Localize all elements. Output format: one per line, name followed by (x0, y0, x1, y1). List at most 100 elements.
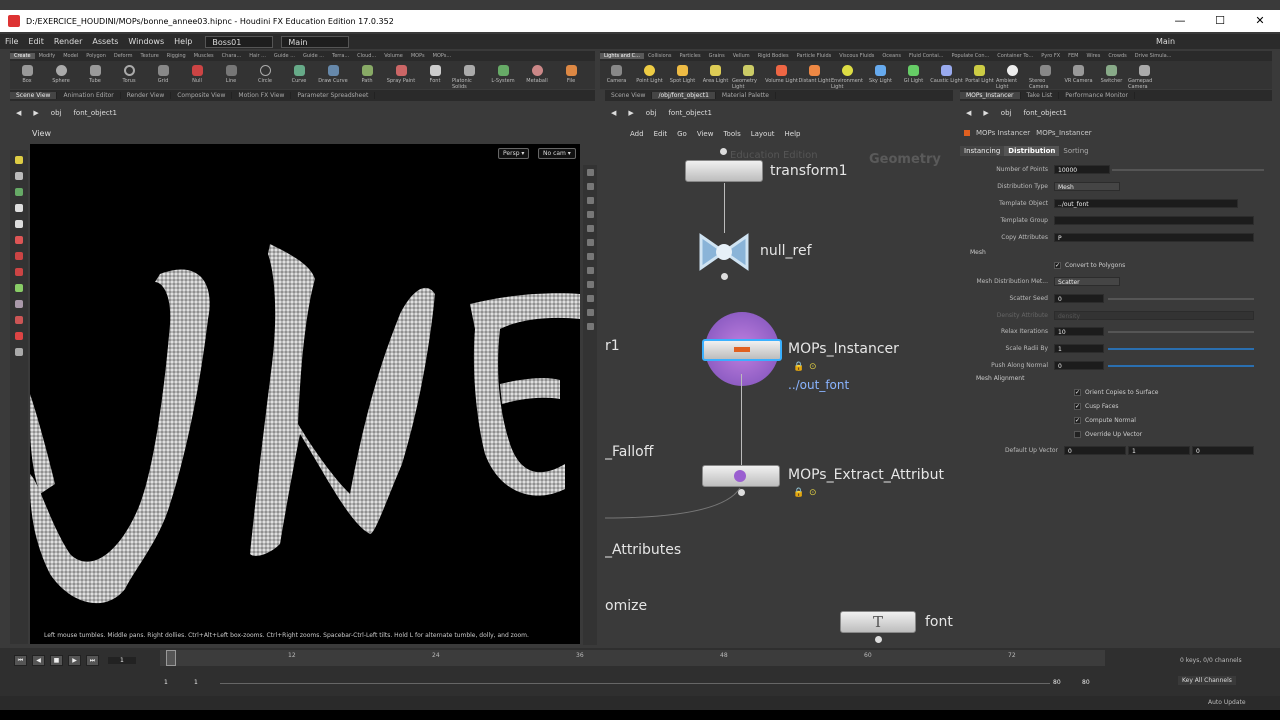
minimize-button[interactable]: — (1160, 10, 1200, 32)
maximize-button[interactable]: ☐ (1200, 10, 1240, 32)
ptab-sorting[interactable]: Sorting (1059, 146, 1092, 156)
display-option-icon[interactable] (586, 295, 594, 302)
tool-caustic-light[interactable]: Caustic Light (930, 61, 963, 84)
tab-composite-view[interactable]: Composite View (171, 92, 233, 99)
shelf-tab[interactable]: Polygon (82, 53, 110, 59)
shelf-tab[interactable]: Drive Simula... (1131, 53, 1176, 59)
tool-gi-light[interactable]: GI Light (897, 61, 930, 84)
net-path-node[interactable]: font_object1 (662, 109, 717, 117)
net-path-obj[interactable]: obj (640, 109, 663, 117)
shelf-tab[interactable]: Terra... (328, 53, 353, 59)
tool-stereo-camera[interactable]: Stereo Camera (1029, 61, 1062, 89)
tab-render-view[interactable]: Render View (121, 92, 172, 99)
shelf-tab[interactable]: MOPs (407, 53, 429, 59)
tool-geometry-light[interactable]: Geometry Light (732, 61, 765, 89)
menu-render[interactable]: Render (49, 37, 87, 46)
shelf-tab[interactable]: Viscous Fluids (835, 53, 878, 59)
net-menu-layout[interactable]: Layout (746, 130, 780, 138)
shelf-tab[interactable]: Container To... (993, 53, 1037, 59)
ptab-instancing[interactable]: Instancing (960, 146, 1005, 156)
range-start-2[interactable]: 1 (194, 679, 198, 686)
tool-metaball[interactable]: Metaball (520, 61, 554, 84)
tool-distant-light[interactable]: Distant Light (798, 61, 831, 84)
shelf-tab-lights[interactable]: Lights and C... (600, 53, 644, 59)
select-tool-icon[interactable] (15, 156, 23, 164)
lock-flag-icon[interactable]: 🔒 (793, 362, 804, 372)
shelf-tab[interactable]: Model (59, 53, 82, 59)
tab-performance-monitor[interactable]: Performance Monitor (1059, 92, 1135, 99)
node-name-field[interactable]: MOPs_Instancer (1036, 129, 1091, 137)
display-option-icon[interactable] (586, 225, 594, 232)
shelf-tab[interactable]: Texture (136, 53, 162, 59)
close-button[interactable]: ✕ (1240, 10, 1280, 32)
display-option-icon[interactable] (586, 323, 594, 330)
range-end[interactable]: 80 (1053, 679, 1061, 686)
tool-sphere[interactable]: Sphere (44, 61, 78, 84)
shelf-tab[interactable]: Guide ... (270, 53, 299, 59)
menu-help[interactable]: Help (169, 37, 197, 46)
tool-null[interactable]: Null (180, 61, 214, 84)
push-normal-field[interactable]: 0 (1054, 361, 1104, 370)
magnet-tool-icon[interactable] (15, 316, 23, 324)
mesh-method-select[interactable]: Scatter (1054, 277, 1120, 286)
shelf-tab[interactable]: Vellum (729, 53, 754, 59)
play-button[interactable]: ▶ (68, 655, 81, 666)
tool-spray-paint[interactable]: Spray Paint (384, 61, 418, 84)
ptab-distribution[interactable]: Distribution (1004, 146, 1060, 156)
camera-menu[interactable]: No cam ▾ (538, 148, 576, 159)
bypass-flag-icon[interactable]: ⊙ (809, 362, 817, 372)
tab-parameters[interactable]: MOPs_Instancer (960, 92, 1021, 99)
shelf-tab[interactable]: Chara... (218, 53, 246, 59)
tool-tube[interactable]: Tube (78, 61, 112, 84)
push-normal-slider[interactable] (1108, 364, 1254, 367)
net-menu-view[interactable]: View (692, 130, 719, 138)
tool-path[interactable]: Path (350, 61, 384, 84)
scatter-seed-slider[interactable] (1108, 297, 1254, 300)
desktop-select[interactable]: Boss01 (205, 35, 274, 48)
jump-start-button[interactable]: ⏮ (14, 655, 27, 666)
shelf-tab[interactable]: Modify (35, 53, 60, 59)
num-points-field[interactable]: 10000 (1054, 165, 1110, 174)
path-back-arrow-icon[interactable]: ◀ (10, 109, 27, 117)
camera-tool-icon[interactable] (15, 348, 23, 356)
display-option-icon[interactable] (586, 239, 594, 246)
tool-torus[interactable]: Torus (112, 61, 146, 84)
display-option-icon[interactable] (586, 281, 594, 288)
timeline-cursor[interactable] (166, 650, 176, 666)
shelf-tab[interactable]: Oceans (878, 53, 905, 59)
path-obj[interactable]: obj (45, 109, 68, 117)
tab-network-editor[interactable]: /obj/font_object1 (652, 92, 716, 99)
lock-flag-icon[interactable]: 🔒 (793, 488, 804, 498)
node-transform1[interactable] (685, 160, 763, 182)
viewport-3d[interactable] (30, 144, 580, 644)
param-forward-arrow-icon[interactable]: ▶ (977, 109, 994, 117)
param-back-arrow-icon[interactable]: ◀ (960, 109, 977, 117)
shelf-tab[interactable]: MOPs... (429, 53, 456, 59)
shelf-tab[interactable]: Volume (380, 53, 407, 59)
tool-env-light[interactable]: Environment Light (831, 61, 864, 89)
display-option-icon[interactable] (586, 169, 594, 176)
stop-button[interactable]: ■ (50, 655, 63, 666)
tool-sky-light[interactable]: Sky Light (864, 61, 897, 84)
move-tool-icon[interactable] (15, 172, 23, 180)
override-up-checkbox[interactable] (1074, 431, 1081, 438)
menu-assets[interactable]: Assets (87, 37, 123, 46)
shelf-tab[interactable]: FEM (1064, 53, 1082, 59)
tool-line[interactable]: Line (214, 61, 248, 84)
relax-slider[interactable] (1108, 330, 1254, 333)
shelf-tab[interactable]: Pyro FX (1037, 53, 1064, 59)
tool-box[interactable]: Box (10, 61, 44, 84)
up-z-field[interactable]: 0 (1192, 446, 1254, 455)
tool-circle[interactable]: Circle (248, 61, 282, 84)
density-attr-field[interactable]: density (1054, 311, 1254, 320)
shelf-tab[interactable]: Muscles (190, 53, 218, 59)
path-forward-arrow-icon[interactable]: ▶ (27, 109, 44, 117)
tab-animation-editor[interactable]: Animation Editor (57, 92, 121, 99)
tab-material-palette[interactable]: Material Palette (716, 92, 776, 99)
tool-area-light[interactable]: Area Light (699, 61, 732, 84)
orient-copies-checkbox[interactable]: ✓ (1074, 389, 1081, 396)
net-menu-edit[interactable]: Edit (649, 130, 673, 138)
convert-polygons-checkbox[interactable]: ✓ (1054, 262, 1061, 269)
play-back-button[interactable]: ◀ (32, 655, 45, 666)
dist-type-select[interactable]: Mesh (1054, 182, 1120, 191)
